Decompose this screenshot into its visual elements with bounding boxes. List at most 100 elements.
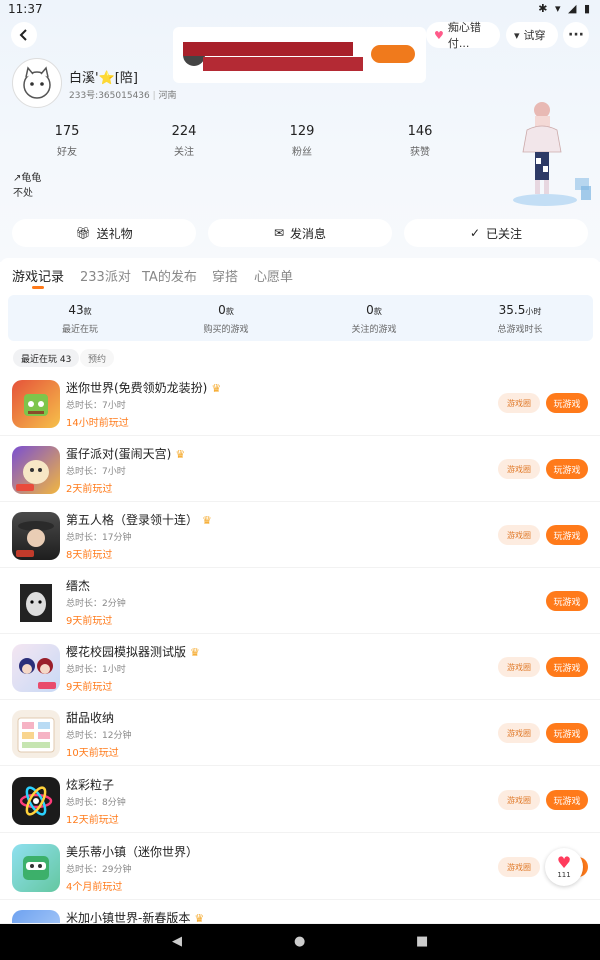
- game-circle-button[interactable]: 游戏圈: [498, 857, 540, 877]
- stat-value: 146: [407, 124, 433, 139]
- stat-value: 175: [54, 124, 80, 139]
- send-gift-button[interactable]: 🎁︎ 送礼物: [12, 219, 196, 247]
- game-last-played: 8天前玩过: [66, 550, 113, 561]
- game-last-played: 14小时前玩过: [66, 418, 129, 429]
- profile-tabs: 游戏记录 233派对 TA的发布 穿搭 心愿单: [0, 258, 600, 294]
- game-row[interactable]: 蛋仔派对(蛋闹天宫) ♛ 总时长：7小时 2天前玩过 游戏圈 玩游戏: [0, 436, 600, 502]
- tab-outfit[interactable]: 穿搭: [212, 266, 238, 285]
- stat-label: 粉丝: [292, 147, 312, 158]
- user-id: 233号:365015436 | 河南: [69, 91, 177, 101]
- play-game-button[interactable]: 玩游戏: [546, 525, 588, 545]
- game-circle-button[interactable]: 游戏圈: [498, 393, 540, 413]
- game-row[interactable]: 炫彩粒子 总时长：8分钟 12天前玩过 游戏圈 玩游戏: [0, 767, 600, 833]
- play-game-button[interactable]: 玩游戏: [546, 459, 588, 479]
- game-last-played: 9天前玩过: [66, 682, 113, 693]
- summary-value: 0: [366, 303, 374, 317]
- crown-icon: ♛: [175, 448, 186, 461]
- stat-friends[interactable]: 175 好友: [37, 124, 97, 158]
- summary-unit: 款: [373, 307, 382, 316]
- summary-purchased: 0款 购买的游戏: [166, 303, 286, 335]
- play-game-button[interactable]: 玩游戏: [546, 790, 588, 810]
- floating-like-button[interactable]: ♥ 111: [545, 848, 583, 886]
- game-circle-button[interactable]: 游戏圈: [498, 790, 540, 810]
- game-duration: 总时长：12分钟: [66, 731, 132, 741]
- avatar[interactable]: [12, 58, 62, 108]
- game-row[interactable]: 迷你世界(免费领奶龙装扮) ♛ 总时长：7小时 14小时前玩过 游戏圈 玩游戏: [0, 370, 600, 436]
- tab-wishlist[interactable]: 心愿单: [254, 266, 293, 285]
- more-options-button[interactable]: ···: [563, 22, 589, 48]
- game-name: 美乐蒂小镇（迷你世界）: [66, 845, 199, 859]
- game-name: 缙杰: [66, 579, 91, 593]
- game-row[interactable]: 第五人格（登录领十连） ♛ 总时长：17分钟 8天前玩过 游戏圈 玩游戏: [0, 502, 600, 568]
- stat-following[interactable]: 224 关注: [154, 124, 214, 158]
- gift-icon: 🎁︎: [75, 226, 91, 240]
- game-name: 迷你世界(免费领奶龙装扮) ♛: [66, 381, 222, 395]
- summary-followed: 0款 关注的游戏: [314, 303, 434, 335]
- gift-pill-button[interactable]: ♥ 痴心错付...: [426, 21, 500, 50]
- bio-line: 不处: [13, 188, 33, 199]
- back-button[interactable]: [11, 22, 37, 48]
- game-name: 米加小镇世界-新春版本 ♛: [66, 911, 205, 924]
- game-name: 甜品收纳: [66, 711, 115, 725]
- game-row[interactable]: 米加小镇世界-新春版本 ♛: [0, 900, 600, 924]
- game-row[interactable]: 美乐蒂小镇（迷你世界） 总时长：29分钟 4个月前玩过 游戏圈 玩游戏: [0, 834, 600, 900]
- send-message-button[interactable]: ✉ 发消息: [208, 219, 392, 247]
- more-icon: ···: [568, 27, 584, 43]
- summary-value: 0: [218, 303, 226, 317]
- game-row[interactable]: 甜品收纳 总时长：12分钟 10天前玩过 游戏圈 玩游戏: [0, 700, 600, 766]
- play-game-button[interactable]: 玩游戏: [546, 657, 588, 677]
- game-row[interactable]: 樱花校园模拟器测试版 ♛ 总时长：1小时 9天前玩过 游戏圈 玩游戏: [0, 634, 600, 700]
- crown-icon: ♛: [211, 382, 222, 395]
- play-game-button[interactable]: 玩游戏: [546, 591, 588, 611]
- bio-line: ↗龟龟: [13, 173, 42, 184]
- tryon-button[interactable]: ▾ 试穿: [506, 22, 558, 48]
- crown-icon: ♛: [194, 912, 205, 924]
- game-circle-button[interactable]: 游戏圈: [498, 459, 540, 479]
- like-count: 111: [557, 871, 571, 879]
- redacted-banner: [173, 27, 426, 83]
- avatar-figure-image[interactable]: [505, 100, 600, 210]
- game-name: 第五人格（登录领十连） ♛: [66, 513, 212, 527]
- avatar-cat-icon: [23, 66, 51, 99]
- summary-unit: 款: [225, 307, 234, 316]
- tab-233-party[interactable]: 233派对: [80, 266, 131, 285]
- nav-home-icon[interactable]: ●: [294, 934, 305, 949]
- character-figure-icon: [513, 102, 591, 206]
- game-summary: 43款 最近在玩 0款 购买的游戏 0款 关注的游戏 35.5小时 总游戏时长: [8, 295, 593, 341]
- tab-game-records[interactable]: 游戏记录: [12, 266, 64, 285]
- game-icon: [12, 512, 60, 560]
- stat-label: 好友: [57, 147, 77, 158]
- tab-posts[interactable]: TA的发布: [142, 266, 197, 285]
- summary-total-time: 35.5小时 总游戏时长: [460, 303, 580, 335]
- summary-unit: 款: [83, 307, 92, 316]
- stat-fans[interactable]: 129 粉丝: [272, 124, 332, 158]
- shirt-icon: ▾: [514, 28, 520, 42]
- game-icon: [12, 644, 60, 692]
- chip-recent-playing[interactable]: 最近在玩 43: [13, 349, 80, 367]
- send-message-label: 发消息: [290, 226, 327, 241]
- crown-icon: ♛: [202, 514, 212, 527]
- chevron-left-icon: [19, 29, 27, 41]
- nav-back-icon[interactable]: ◀: [172, 934, 182, 949]
- tab-indicator: [32, 286, 44, 289]
- stat-likes[interactable]: 146 获赞: [390, 124, 450, 158]
- play-game-button[interactable]: 玩游戏: [546, 393, 588, 413]
- chip-reserve[interactable]: 预约: [80, 349, 115, 367]
- send-gift-label: 送礼物: [96, 226, 133, 241]
- nav-recents-icon[interactable]: ■: [416, 934, 428, 949]
- game-circle-button[interactable]: 游戏圈: [498, 657, 540, 677]
- crown-icon: ♛: [190, 646, 200, 659]
- heart-icon: ♥: [556, 853, 572, 872]
- system-nav-bar: ◀ ● ■: [0, 924, 600, 960]
- gift-pill-label: 痴心错付...: [447, 21, 481, 50]
- game-duration: 总时长：29分钟: [66, 865, 132, 875]
- game-circle-button[interactable]: 游戏圈: [498, 525, 540, 545]
- game-duration: 总时长：2分钟: [66, 599, 126, 609]
- game-last-played: 4个月前玩过: [66, 882, 123, 893]
- followed-button[interactable]: ✓ 已关注: [404, 219, 588, 247]
- game-icon: [12, 380, 60, 428]
- play-game-button[interactable]: 玩游戏: [546, 723, 588, 743]
- game-row[interactable]: 缙杰 总时长：2分钟 9天前玩过 玩游戏: [0, 568, 600, 634]
- game-circle-button[interactable]: 游戏圈: [498, 723, 540, 743]
- game-duration: 总时长：7小时: [66, 467, 126, 477]
